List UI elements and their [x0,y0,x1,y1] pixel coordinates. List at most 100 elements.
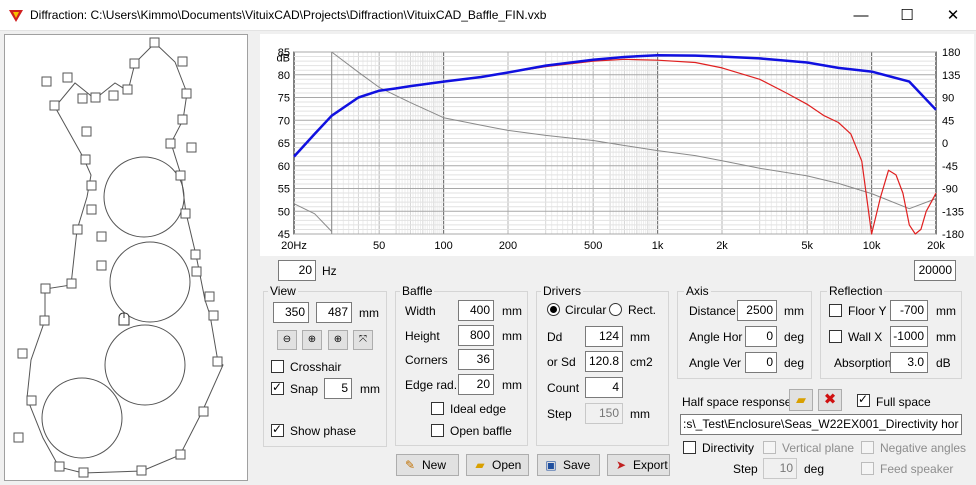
zoom-fit-height-icon[interactable]: ⊕ [302,330,322,350]
phase-tick-label: 180 [942,47,960,59]
vertical-plane-label: Vertical plane [782,441,855,455]
maximize-button[interactable]: ☐ [884,0,930,31]
corners-field[interactable]: 36 [458,349,494,370]
angle-ver-field[interactable]: 0 [745,352,777,373]
floor-field[interactable]: -700 [890,300,928,321]
negative-angles-checkbox[interactable] [861,441,874,454]
close-button[interactable]: ✕ [930,0,976,31]
driver-circle-2 [109,241,191,323]
angle-hor-label: Angle Hor [689,330,743,344]
x-tick-label: 200 [499,240,517,252]
directivity-checkbox[interactable] [683,441,696,454]
absorption-field[interactable]: 3.0 [890,352,928,373]
snap-label: Snap [290,382,319,396]
x-tick-label: 500 [584,240,602,252]
zoom-in-icon[interactable]: ⊕ [328,330,348,350]
wall-field[interactable]: -1000 [890,326,928,347]
freq-max-field[interactable]: 20000 [914,260,956,281]
snap-value-field[interactable]: 5 [324,378,352,399]
count-field[interactable]: 4 [585,377,623,398]
open-button[interactable]: ▰ Open [466,454,529,476]
export-button-label: Export [633,458,668,472]
corners-label: Corners [405,353,448,367]
driver-circle-3 [104,324,186,406]
directivity-step-unit: deg [804,462,825,476]
feed-speaker-checkbox[interactable] [861,462,874,475]
y-tick-label: 80 [278,70,290,82]
baffle-width-label: Width [405,304,436,318]
response-chart[interactable]: 858075706560555045dB 18013590450-45-90-13… [260,34,974,256]
freq-min-field[interactable]: 20 [278,260,316,281]
crosshair-checkbox[interactable] [271,360,284,373]
baffle-width-field[interactable]: 400 [458,300,494,321]
half-space-label: Half space response [682,395,792,409]
delete-icon[interactable]: ✖ [818,389,842,411]
baffle-canvas[interactable] [4,34,248,481]
vertical-plane-checkbox[interactable] [763,441,776,454]
new-button-label: New [422,458,447,472]
phase-tick-label: -45 [942,161,958,173]
new-button[interactable]: ✎ New [396,454,459,476]
minimize-button[interactable]: — [838,0,884,31]
absorption-unit: dB [936,356,951,370]
frequency-response-graph[interactable]: 85 80 75 70 65 60 55 50 45 dB 180 135 90 45 0 -45 -90 -13… [260,34,974,256]
save-disk-icon: ▣ [545,458,557,472]
directivity-step-field[interactable]: 10 [763,458,797,479]
wall-unit: mm [936,330,956,344]
open-baffle-checkbox[interactable] [431,424,444,437]
freq-unit-label: Hz [322,264,337,278]
snap-checkbox[interactable] [271,380,284,395]
x-tick-label: 100 [434,240,452,252]
distance-field[interactable]: 2500 [737,300,777,321]
sd-label: or Sd [547,355,576,369]
phase-tick-label: 45 [942,115,954,127]
ideal-edge-checkbox[interactable] [431,402,444,415]
angle-hor-unit: deg [784,330,805,344]
angle-ver-unit: deg [784,356,805,370]
sd-field[interactable]: 120.8 [585,351,623,372]
dd-field[interactable]: 124 [585,326,623,347]
open-folder-icon[interactable]: ▰ [789,389,813,411]
baffle-group-label: Baffle [400,284,435,298]
zoom-out-icon[interactable]: ⊖ [277,330,297,350]
app-icon [9,10,23,22]
edge-radius-label: Edge rad. [405,378,458,392]
reflection-group-label: Reflection [827,284,885,298]
edge-radius-field[interactable]: 20 [458,374,494,395]
axis-group-label: Axis [684,284,711,298]
circular-label: Circular [565,303,607,317]
edge-radius-unit: mm [502,378,522,392]
floor-checkbox[interactable] [829,304,842,317]
driver-circle-1 [103,156,185,238]
distance-label: Distance [689,304,736,318]
phase-tick-label: 135 [942,70,960,82]
half-space-file-field[interactable]: :s\_Test\Enclosure\Seas_W22EX001_Directi… [680,414,962,435]
view-unit: mm [359,306,379,320]
mouse-cursor-icon [118,312,130,326]
fit-all-icon[interactable]: ⤧ [353,330,373,350]
baffle-drawing[interactable] [5,35,247,480]
driver-step-field[interactable]: 150 [585,403,623,424]
directivity-label: Directivity [702,441,755,455]
baffle-height-unit: mm [502,329,522,343]
view-height-field[interactable]: 487 [316,302,352,323]
wall-checkbox[interactable] [829,330,842,343]
baffle-height-field[interactable]: 800 [458,325,494,346]
export-button[interactable]: ➤ Export [607,454,670,476]
y-tick-label: 70 [278,115,290,127]
show-phase-label: Show phase [290,424,357,438]
full-space-checkbox[interactable] [857,392,870,407]
angle-hor-field[interactable]: 0 [745,326,777,347]
y-axis-unit-label: dB [277,53,290,65]
circular-radio[interactable] [547,303,560,316]
open-folder-icon: ▰ [475,458,485,472]
show-phase-checkbox[interactable] [271,422,284,437]
rect-radio[interactable] [609,303,622,316]
baffle-height-label: Height [405,329,440,343]
snap-unit: mm [360,382,380,396]
negative-angles-label: Negative angles [880,441,967,455]
view-width-field[interactable]: 350 [273,302,309,323]
save-button[interactable]: ▣ Save [537,454,600,476]
distance-unit: mm [784,304,804,318]
new-wand-icon: ✎ [404,458,416,472]
